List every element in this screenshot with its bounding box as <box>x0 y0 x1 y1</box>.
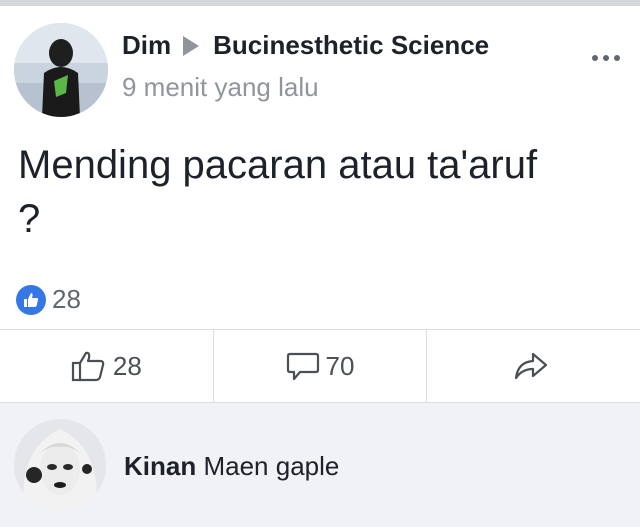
comment-icon <box>286 352 319 381</box>
group-name[interactable]: Bucinesthetic Science <box>213 30 489 61</box>
comment-count: 70 <box>325 350 355 381</box>
commenter-avatar[interactable] <box>14 419 106 511</box>
author-avatar-image <box>14 23 108 117</box>
reaction-summary[interactable]: 28 <box>16 284 81 315</box>
comment-button[interactable]: 70 <box>212 330 427 402</box>
post-text-line: Mending pacaran atau ta'aruf <box>18 143 538 187</box>
share-icon <box>514 352 547 380</box>
comment-body: Maen gaple <box>203 451 340 481</box>
more-icon[interactable] <box>584 46 628 70</box>
post-timestamp[interactable]: 9 menit yang lalu <box>122 72 319 103</box>
comment-author[interactable]: Kinan <box>124 451 196 481</box>
like-count: 28 <box>112 350 142 381</box>
share-button[interactable] <box>426 330 640 402</box>
comment-section: Kinan Maen gaple <box>0 403 640 527</box>
post-header: Dim Bucinesthetic Science 9 menit yang l… <box>0 6 640 118</box>
author-line: Dim Bucinesthetic Science <box>122 30 489 61</box>
thumbs-up-icon <box>71 351 105 382</box>
like-button[interactable]: 28 <box>0 330 213 402</box>
commenter-avatar-image <box>14 419 106 511</box>
author-name[interactable]: Dim <box>122 30 171 61</box>
like-badge-icon <box>16 284 46 315</box>
comment-text: Kinan Maen gaple <box>124 451 339 482</box>
arrow-right-icon <box>183 35 200 56</box>
reaction-count: 28 <box>52 284 81 314</box>
action-bar: 28 70 <box>0 330 640 402</box>
post-text-line: ? <box>18 197 41 241</box>
author-avatar[interactable] <box>14 23 108 117</box>
post-text: Mending pacaran atau ta'aruf ? <box>18 138 628 246</box>
